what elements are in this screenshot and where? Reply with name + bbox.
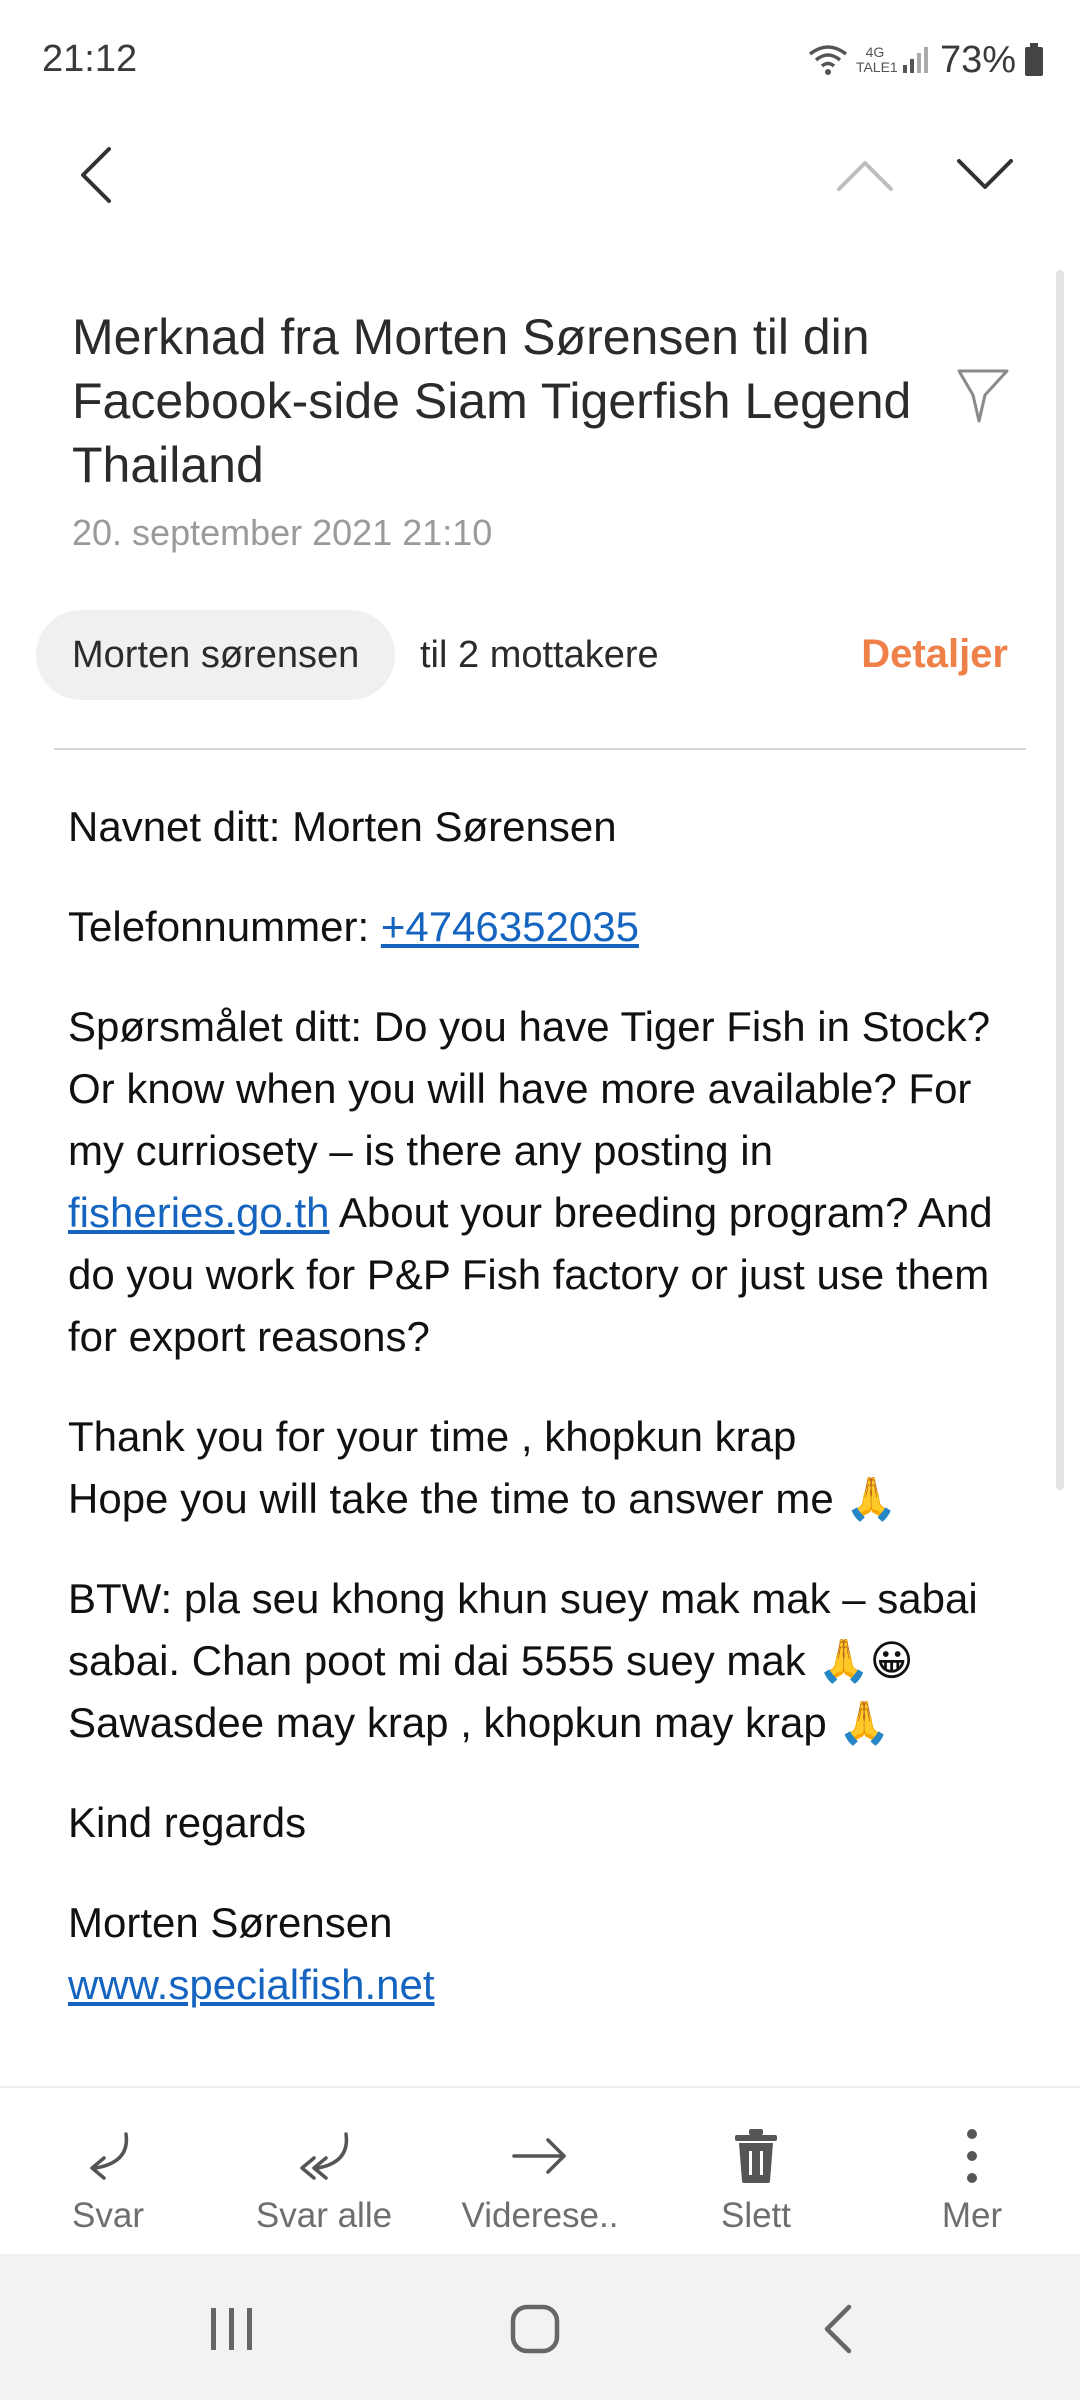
sender-chip[interactable]: Morten sørensen bbox=[36, 610, 396, 700]
system-navigation-bar bbox=[0, 2254, 1080, 2400]
phone-link[interactable]: +4746352035 bbox=[381, 903, 639, 950]
flag-button[interactable] bbox=[948, 360, 1018, 430]
divider bbox=[54, 748, 1026, 750]
home-icon bbox=[510, 2304, 560, 2354]
back-arrow-icon bbox=[824, 2304, 852, 2354]
network-type: 4G TALE1 bbox=[855, 44, 898, 75]
recipients-count: til 2 mottakere bbox=[420, 634, 659, 676]
body-paragraph: Telefonnummer: +4746352035 bbox=[68, 903, 639, 950]
more-button[interactable]: Mer bbox=[864, 2088, 1080, 2254]
delete-button[interactable]: Slett bbox=[648, 2088, 864, 2254]
previous-email-button[interactable] bbox=[820, 130, 910, 220]
battery-percent: 73% bbox=[939, 38, 1016, 81]
sender-name: Morten sørensen bbox=[72, 633, 360, 676]
wifi-icon bbox=[808, 45, 848, 75]
body-paragraph: Navnet ditt: Morten Sørensen bbox=[68, 803, 617, 850]
more-vertical-icon bbox=[967, 2129, 977, 2183]
chevron-left-icon bbox=[81, 147, 111, 203]
status-time: 21:12 bbox=[42, 38, 138, 80]
email-body: Navnet ditt: Morten Sørensen Telefonnumm… bbox=[68, 796, 1018, 2054]
home-button[interactable] bbox=[495, 2294, 575, 2364]
forward-button[interactable]: Viderese.. bbox=[432, 2088, 648, 2254]
reply-button[interactable]: Svar bbox=[0, 2088, 216, 2254]
details-button[interactable]: Detaljer bbox=[861, 632, 1008, 677]
battery-icon bbox=[1025, 43, 1043, 76]
recent-apps-icon bbox=[211, 2308, 252, 2350]
body-paragraph: Spørsmålet ditt: Do you have Tiger Fish … bbox=[68, 1003, 993, 1360]
fisheries-link[interactable]: fisheries.go.th bbox=[68, 1189, 329, 1236]
email-toolbar bbox=[0, 120, 1080, 230]
status-icons: 4G TALE1 73% bbox=[808, 36, 1044, 84]
system-back-button[interactable] bbox=[798, 2294, 878, 2364]
signal-icon bbox=[902, 47, 928, 73]
chevron-down-icon bbox=[957, 159, 1013, 189]
reply-all-button[interactable]: Svar alle bbox=[216, 2088, 432, 2254]
recent-apps-button[interactable] bbox=[192, 2294, 272, 2364]
forward-icon bbox=[512, 2138, 566, 2174]
trash-icon bbox=[735, 2129, 777, 2183]
scrollbar[interactable] bbox=[1056, 270, 1064, 1490]
signature: Morten Sørensen www.specialfish.net bbox=[68, 1899, 435, 2008]
reply-all-icon bbox=[300, 2132, 349, 2180]
next-email-button[interactable] bbox=[940, 130, 1030, 220]
body-paragraph: Thank you for your time , khopkun krap Ho… bbox=[68, 1413, 898, 1522]
website-link[interactable]: www.specialfish.net bbox=[68, 1961, 435, 2008]
email-subject: Merknad fra Morten Sørensen til din Face… bbox=[72, 309, 912, 493]
chevron-up-icon bbox=[837, 161, 893, 191]
status-bar: 21:12 4G TALE1 73% bbox=[0, 0, 1080, 120]
email-date: 20. september 2021 21:10 bbox=[72, 512, 493, 553]
flag-icon bbox=[957, 369, 1009, 423]
reply-icon bbox=[90, 2132, 129, 2180]
body-paragraph: BTW: pla seu khong khun suey mak mak – s… bbox=[68, 1575, 978, 1746]
action-bar: Svar Svar alle Viderese.. Slett Mer bbox=[0, 2086, 1080, 2254]
back-button[interactable] bbox=[50, 130, 140, 220]
body-paragraph: Kind regards bbox=[68, 1799, 307, 1846]
